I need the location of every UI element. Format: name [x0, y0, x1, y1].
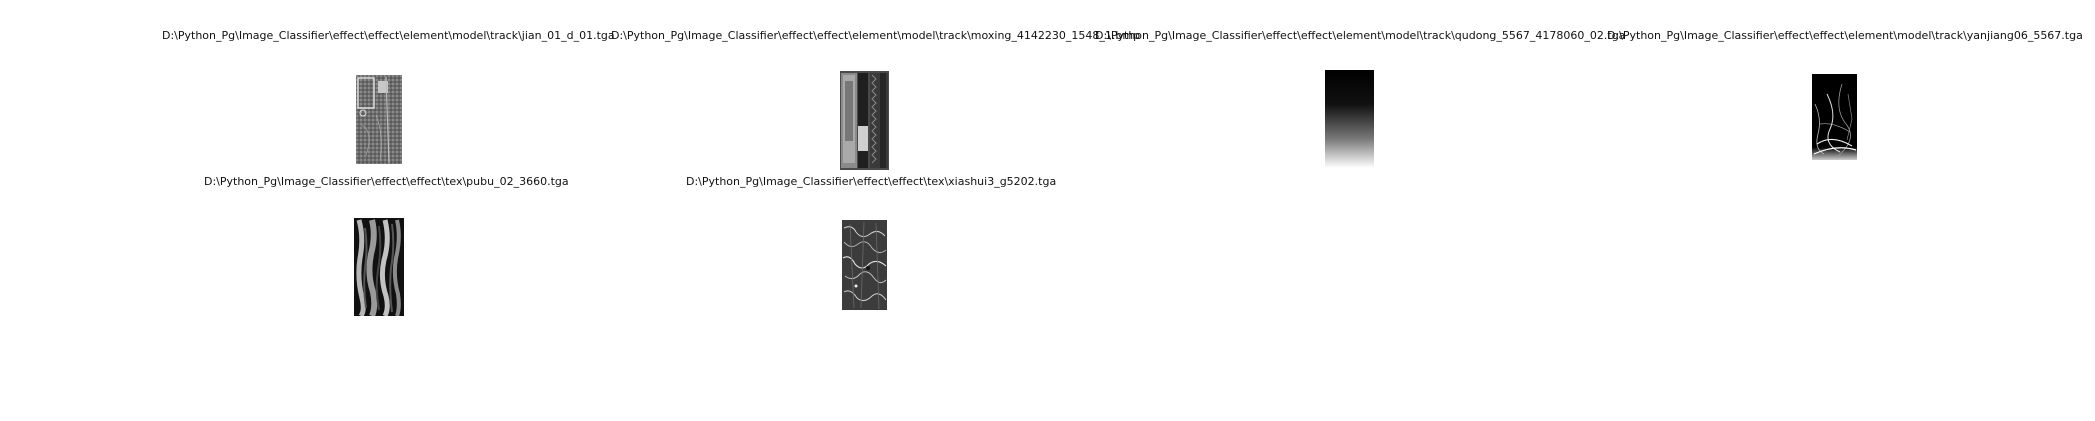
panel-title: D:\Python_Pg\Image_Classifier\effect\eff… [162, 29, 615, 42]
panel-image-pubu [354, 218, 404, 316]
panel-title: D:\Python_Pg\Image_Classifier\effect\eff… [1607, 29, 2083, 42]
panel-image-xiashui [842, 220, 887, 310]
image-grid-figure: D:\Python_Pg\Image_Classifier\effect\eff… [0, 0, 2095, 421]
panel-image-qudong [1325, 70, 1374, 168]
panel-title: D:\Python_Pg\Image_Classifier\effect\eff… [1095, 29, 1626, 42]
panel-title: D:\Python_Pg\Image_Classifier\effect\eff… [686, 175, 1057, 188]
panel-title: D:\Python_Pg\Image_Classifier\effect\eff… [611, 29, 1141, 42]
panel-image-moxing [840, 71, 889, 170]
panel-title: D:\Python_Pg\Image_Classifier\effect\eff… [204, 175, 569, 188]
panel-image-jian [356, 75, 402, 164]
panel-image-yanjiang [1812, 74, 1857, 160]
